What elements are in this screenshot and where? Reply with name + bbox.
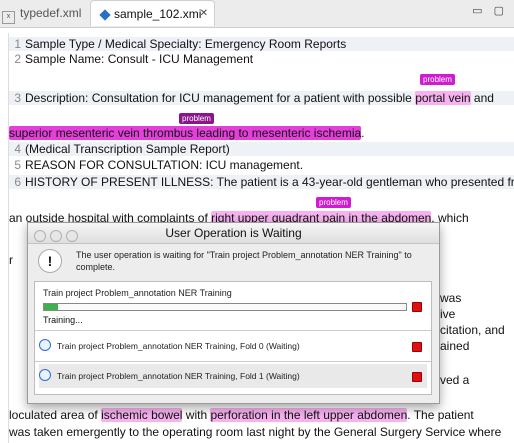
editor-tab-bar: x typedef.xml sample_102.xmi ✕ ▭ ▢ [0,0,514,28]
dialog-titlebar: User Operation is Waiting [28,223,439,244]
tab-typedef-label: typedef.xml [20,6,82,20]
line-number: 5 [14,158,21,172]
line-text: . [361,126,365,140]
line-text: (Medical Transcription Sample Report) [25,142,230,156]
window-buttons [34,228,82,248]
job-fold-1: Train project Problem_annotation NER Tra… [39,364,427,388]
clock-icon [39,339,51,351]
problem-annotation[interactable]: portal vein [415,91,471,105]
xmi-file-icon [99,9,111,21]
line-number: 4 [14,142,21,156]
line-3: 3 Description: Consultation for ICU manag… [9,91,514,105]
job-label: Train project Problem_annotation NER Tra… [57,341,300,351]
job-label: Train project Problem_annotation NER Tra… [57,371,300,381]
window-controls[interactable]: ▭ ▢ [472,4,508,17]
user-operation-dialog: User Operation is Waiting ! The user ope… [27,222,440,404]
line-text: HISTORY OF PRESENT ILLNESS: The patient … [25,175,514,189]
progress-bar [43,303,407,311]
peek-right-2: ive [440,307,456,321]
progress-panel: Train project Problem_annotation NER Tra… [34,281,432,395]
problem-annotation[interactable]: ischemic bowel [101,408,183,422]
xml-file-icon: x [2,11,15,24]
line-6-cont-3: was taken emergently to the operating ro… [9,425,514,439]
cancel-fold-0-button[interactable] [412,342,422,352]
line-text: . The patient [407,408,474,422]
problem-annotation[interactable]: perforation in the left upper abdomen [210,408,408,422]
line-3-cont: superior mesenteric vein thrombus leadin… [9,126,514,140]
line-number: 3 [14,91,21,105]
clock-icon [39,369,51,381]
cancel-fold-1-button[interactable] [412,372,422,382]
tab-typedef[interactable]: x typedef.xml [0,0,81,26]
peek-right-4: ained [440,339,470,353]
dialog-message: The user operation is waiting for "Train… [76,250,412,272]
line-5: 5 REASON FOR CONSULTATION: ICU management… [9,158,514,172]
minimize-window-icon[interactable] [50,230,62,242]
divider [35,330,431,331]
close-window-icon[interactable] [34,230,46,242]
line-1: 1 Sample Type / Medical Specialty: Emerge… [9,37,514,51]
tab-sample-102[interactable]: sample_102.xmi ✕ [90,0,215,26]
line-text: with [182,408,211,422]
annotation-label[interactable]: problem [420,74,455,85]
close-tab-icon[interactable]: ✕ [200,1,208,27]
cancel-training-button[interactable] [412,302,422,312]
line-text: was taken emergently to the operating ro… [9,425,502,439]
progress-fill [44,304,59,310]
line-text: Sample Name: Consult - ICU Management [25,52,254,66]
line-6-cont-2: loculated area of ischemic bowel with pe… [9,408,514,422]
line-number: 2 [14,52,21,66]
job-fold-0: Train project Problem_annotation NER Tra… [39,334,427,358]
divider [35,361,431,362]
line-2: 2 Sample Name: Consult - ICU Management [9,52,514,66]
peek-right-5: ved a [440,373,470,387]
line-text: REASON FOR CONSULTATION: ICU management. [25,158,304,172]
line-number: 6 [14,175,21,189]
line-4: 4 (Medical Transcription Sample Report) [9,142,514,156]
line-text: loculated area of [9,408,102,422]
peek-right-3: citation, and [440,323,505,337]
annotation-label[interactable]: problem [316,197,351,208]
line-text: Sample Type / Medical Specialty: Emergen… [25,37,347,51]
problem-annotation[interactable]: superior mesenteric vein thrombus leadin… [9,126,362,140]
line-text: Description: Consultation for ICU manage… [25,91,416,105]
zoom-window-icon[interactable] [66,230,78,242]
dialog-title: User Operation is Waiting [165,226,302,240]
tab-sample-102-label: sample_102.xmi [114,7,202,21]
task-title: Train project Problem_annotation NER Tra… [43,288,232,298]
line-6: 6 HISTORY OF PRESENT ILLNESS: The patient… [9,175,514,189]
line-text: and [470,91,494,105]
line-number: 1 [14,37,21,51]
annotation-label[interactable]: problem [179,113,214,124]
info-icon: ! [38,249,62,273]
peek-right-1: was [440,291,462,305]
task-status: Training... [43,315,83,325]
